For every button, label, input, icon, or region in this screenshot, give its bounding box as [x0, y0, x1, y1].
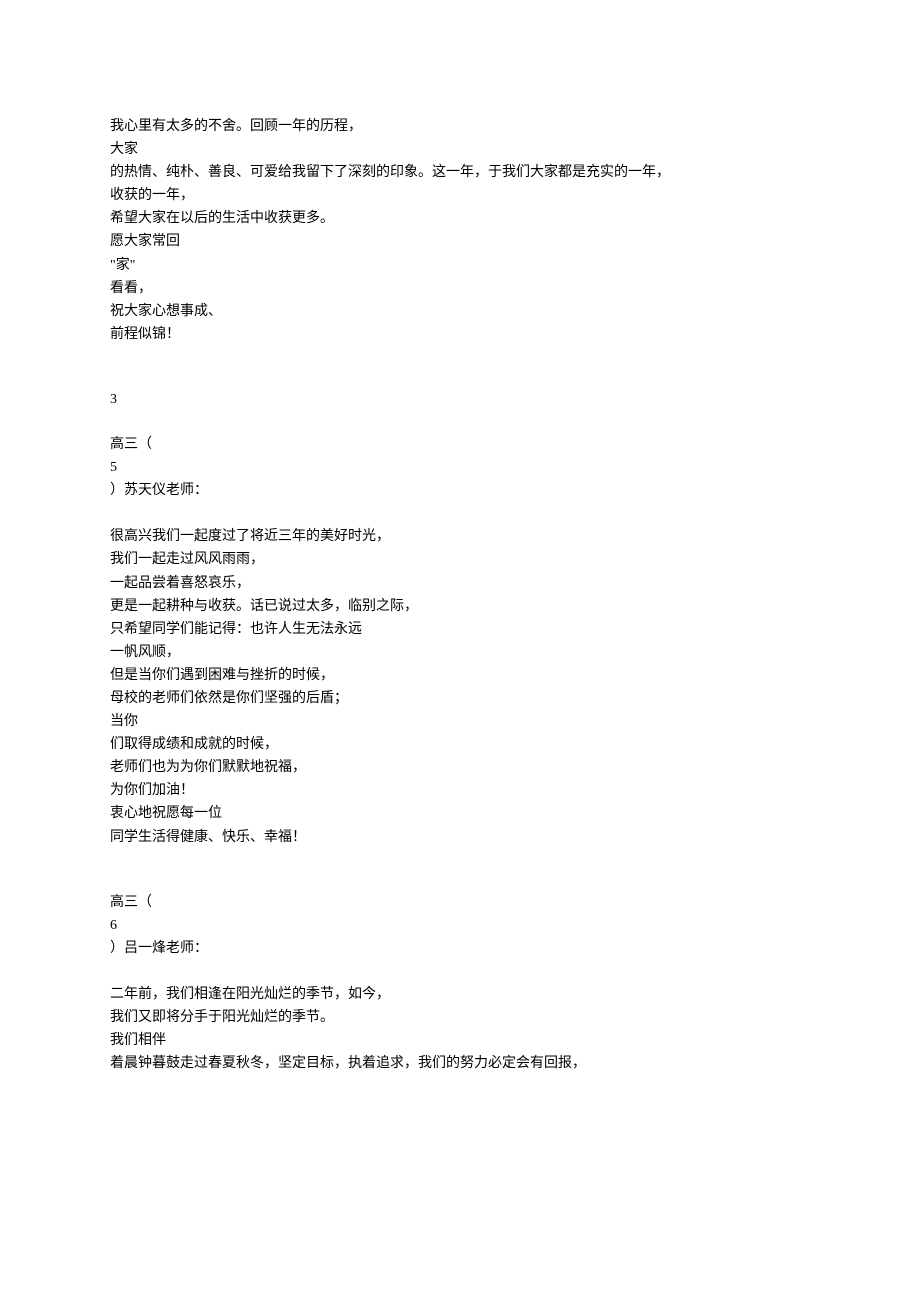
text-line: 老师们也为为你们默默地祝福，	[110, 756, 810, 779]
text-line: 衷心地祝愿每一位	[110, 802, 810, 825]
text-line: 我们一起走过风风雨雨，	[110, 548, 810, 571]
text-line: 更是一起耕种与收获。话已说过太多，临别之际，	[110, 595, 810, 618]
text-line: 祝大家心想事成、	[110, 300, 810, 323]
section-header-3: 高三（ 6 ）吕一烽老师：	[110, 891, 810, 960]
text-line: 6	[110, 914, 810, 937]
paragraph-block-2: 很高兴我们一起度过了将近三年的美好时光， 我们一起走过风风雨雨， 一起品尝着喜怒…	[110, 525, 810, 848]
text-line: 前程似锦！	[110, 323, 810, 346]
section-header-2: 高三（ 5 ）苏天仪老师：	[110, 433, 810, 502]
text-line: 的热情、纯朴、善良、可爱给我留下了深刻的印象。这一年，于我们大家都是充实的一年，	[110, 161, 810, 184]
text-line: 一帆风顺，	[110, 641, 810, 664]
text-line: 我心里有太多的不舍。回顾一年的历程，	[110, 115, 810, 138]
text-line: 我们又即将分手于阳光灿烂的季节。	[110, 1006, 810, 1029]
text-line: 们取得成绩和成就的时候，	[110, 733, 810, 756]
text-line: 同学生活得健康、快乐、幸福！	[110, 826, 810, 849]
text-line: 愿大家常回	[110, 230, 810, 253]
paragraph-block-3: 二年前，我们相逢在阳光灿烂的季节，如今， 我们又即将分手于阳光灿烂的季节。 我们…	[110, 983, 810, 1075]
text-line: ）吕一烽老师：	[110, 937, 810, 960]
text-line: 希望大家在以后的生活中收获更多。	[110, 207, 810, 230]
text-line: 5	[110, 456, 810, 479]
text-line: 只希望同学们能记得：也许人生无法永远	[110, 618, 810, 641]
page-number: 3	[110, 388, 810, 411]
text-line: 母校的老师们依然是你们坚强的后盾；	[110, 687, 810, 710]
text-line: 当你	[110, 710, 810, 733]
text-line: 但是当你们遇到困难与挫折的时候，	[110, 664, 810, 687]
text-line: 着晨钟暮鼓走过春夏秋冬，坚定目标，执着追求，我们的努力必定会有回报，	[110, 1052, 810, 1075]
text-line: 看看，	[110, 277, 810, 300]
text-line: 高三（	[110, 433, 810, 456]
text-line: 我们相伴	[110, 1029, 810, 1052]
paragraph-block-1: 我心里有太多的不舍。回顾一年的历程， 大家 的热情、纯朴、善良、可爱给我留下了深…	[110, 115, 810, 346]
text-line: 很高兴我们一起度过了将近三年的美好时光，	[110, 525, 810, 548]
text-line: 大家	[110, 138, 810, 161]
text-line: 收获的一年，	[110, 184, 810, 207]
text-line: 二年前，我们相逢在阳光灿烂的季节，如今，	[110, 983, 810, 1006]
text-line: 一起品尝着喜怒哀乐，	[110, 572, 810, 595]
text-line: 为你们加油！	[110, 779, 810, 802]
page-number-value: 3	[110, 388, 810, 411]
text-line: ）苏天仪老师：	[110, 479, 810, 502]
text-line: "家"	[110, 254, 810, 277]
text-line: 高三（	[110, 891, 810, 914]
